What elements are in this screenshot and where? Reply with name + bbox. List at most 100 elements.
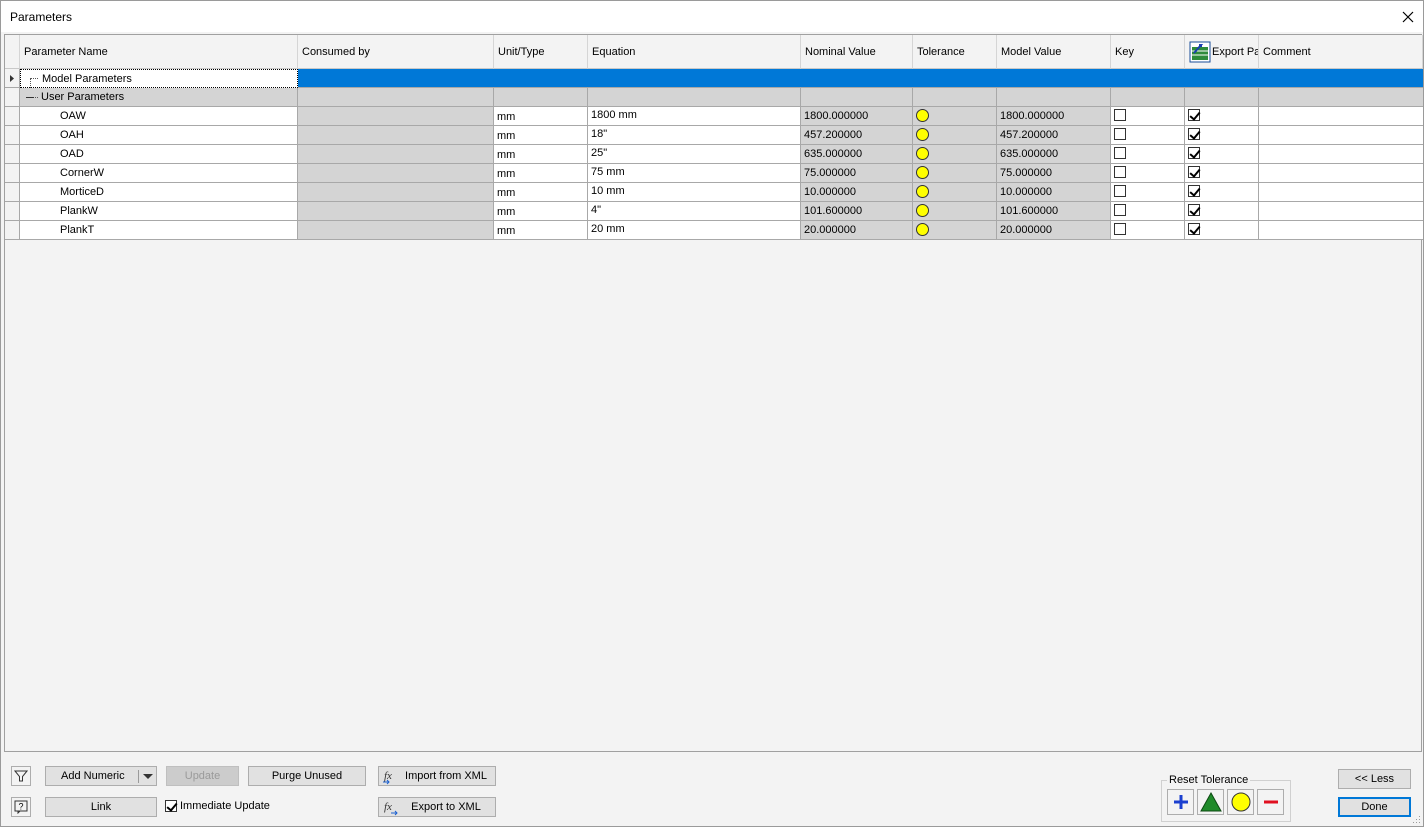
unit-cell[interactable]: mm — [494, 107, 588, 126]
tolerance-nominal-button[interactable] — [1227, 789, 1254, 815]
export-checkbox[interactable] — [1188, 223, 1200, 235]
row-selector[interactable] — [5, 107, 20, 126]
tolerance-cell[interactable] — [913, 202, 997, 221]
key-checkbox[interactable] — [1114, 109, 1126, 121]
col-header-comment[interactable]: Comment — [1259, 35, 1423, 69]
table-row[interactable]: MorticeD mm 10 mm 10.000000 10.000000 — [5, 183, 1423, 202]
param-name-cell[interactable]: MorticeD — [20, 183, 298, 202]
group-row-model-parameters[interactable]: Model Parameters — [5, 69, 1423, 88]
table-row[interactable]: OAD mm 25" 635.000000 635.000000 — [5, 145, 1423, 164]
table-row[interactable]: OAW mm 1800 mm 1800.000000 1800.000000 — [5, 107, 1423, 126]
immediate-update-check[interactable] — [165, 800, 177, 812]
comment-cell[interactable] — [1259, 126, 1423, 145]
link-button[interactable]: Link — [45, 797, 157, 817]
param-name-cell[interactable]: CornerW — [20, 164, 298, 183]
param-name-cell[interactable]: OAD — [20, 145, 298, 164]
unit-cell[interactable]: mm — [494, 164, 588, 183]
unit-cell[interactable]: mm — [494, 221, 588, 240]
tolerance-lower-button[interactable] — [1257, 789, 1284, 815]
tolerance-cell[interactable] — [913, 221, 997, 240]
comment-cell[interactable] — [1259, 221, 1423, 240]
help-button[interactable]: ? — [11, 797, 31, 817]
param-name-cell[interactable]: OAH — [20, 126, 298, 145]
unit-cell[interactable]: mm — [494, 183, 588, 202]
export-checkbox[interactable] — [1188, 109, 1200, 121]
key-checkbox[interactable] — [1114, 147, 1126, 159]
comment-cell[interactable] — [1259, 145, 1423, 164]
tolerance-upper-button[interactable] — [1167, 789, 1194, 815]
export-checkbox[interactable] — [1188, 147, 1200, 159]
export-checkbox[interactable] — [1188, 204, 1200, 216]
col-header-parameter-name[interactable]: Parameter Name — [20, 35, 298, 69]
equation-cell[interactable]: 18" — [588, 126, 801, 145]
param-name-cell[interactable]: PlankW — [20, 202, 298, 221]
table-row[interactable]: PlankW mm 4" 101.600000 101.600000 — [5, 202, 1423, 221]
row-selector[interactable] — [5, 221, 20, 240]
row-selector[interactable] — [5, 69, 20, 88]
filter-button[interactable] — [11, 766, 31, 786]
key-checkbox[interactable] — [1114, 128, 1126, 140]
tolerance-cell[interactable] — [913, 126, 997, 145]
key-checkbox[interactable] — [1114, 204, 1126, 216]
add-numeric-button[interactable]: Add Numeric — [45, 766, 157, 786]
equation-cell[interactable]: 75 mm — [588, 164, 801, 183]
row-selector[interactable] — [5, 88, 20, 107]
export-cell[interactable] — [1185, 164, 1259, 183]
export-cell[interactable] — [1185, 126, 1259, 145]
tolerance-median-button[interactable] — [1197, 789, 1224, 815]
group-row-user-parameters[interactable]: User Parameters — [5, 88, 1423, 107]
equation-cell[interactable]: 10 mm — [588, 183, 801, 202]
import-from-xml-button[interactable]: fx Import from XML — [378, 766, 496, 786]
comment-cell[interactable] — [1259, 164, 1423, 183]
key-cell[interactable] — [1111, 202, 1185, 221]
row-selector[interactable] — [5, 145, 20, 164]
comment-cell[interactable] — [1259, 107, 1423, 126]
key-cell[interactable] — [1111, 126, 1185, 145]
tolerance-cell[interactable] — [913, 164, 997, 183]
tolerance-cell[interactable] — [913, 107, 997, 126]
export-cell[interactable] — [1185, 221, 1259, 240]
unit-cell[interactable]: mm — [494, 145, 588, 164]
equation-cell[interactable]: 1800 mm — [588, 107, 801, 126]
key-checkbox[interactable] — [1114, 166, 1126, 178]
equation-cell[interactable]: 25" — [588, 145, 801, 164]
row-selector[interactable] — [5, 202, 20, 221]
row-selector[interactable] — [5, 164, 20, 183]
table-row[interactable]: CornerW mm 75 mm 75.000000 75.000000 — [5, 164, 1423, 183]
col-header-export[interactable]: Export Pa — [1185, 35, 1259, 69]
export-cell[interactable] — [1185, 107, 1259, 126]
tolerance-cell[interactable] — [913, 183, 997, 202]
col-header-consumed-by[interactable]: Consumed by — [298, 35, 494, 69]
equation-cell[interactable]: 20 mm — [588, 221, 801, 240]
key-cell[interactable] — [1111, 221, 1185, 240]
col-header-unit-type[interactable]: Unit/Type — [494, 35, 588, 69]
col-header-key[interactable]: Key — [1111, 35, 1185, 69]
key-cell[interactable] — [1111, 164, 1185, 183]
key-checkbox[interactable] — [1114, 223, 1126, 235]
update-button[interactable]: Update — [166, 766, 239, 786]
user-parameters-label[interactable]: User Parameters — [20, 88, 298, 107]
equation-cell[interactable]: 4" — [588, 202, 801, 221]
table-row[interactable]: PlankT mm 20 mm 20.000000 20.000000 — [5, 221, 1423, 240]
key-cell[interactable] — [1111, 145, 1185, 164]
export-checkbox[interactable] — [1188, 128, 1200, 140]
export-checkbox[interactable] — [1188, 166, 1200, 178]
less-button[interactable]: << Less — [1338, 769, 1411, 789]
export-checkbox[interactable] — [1188, 185, 1200, 197]
done-button[interactable]: Done — [1338, 797, 1411, 817]
col-header-tolerance[interactable]: Tolerance — [913, 35, 997, 69]
col-header-model-value[interactable]: Model Value — [997, 35, 1111, 69]
export-cell[interactable] — [1185, 202, 1259, 221]
chevron-down-icon[interactable] — [142, 773, 154, 780]
immediate-update-checkbox[interactable]: Immediate Update — [165, 800, 270, 812]
key-cell[interactable] — [1111, 107, 1185, 126]
key-cell[interactable] — [1111, 183, 1185, 202]
param-name-cell[interactable]: OAW — [20, 107, 298, 126]
unit-cell[interactable]: mm — [494, 202, 588, 221]
close-button[interactable] — [1393, 1, 1423, 32]
export-cell[interactable] — [1185, 145, 1259, 164]
unit-cell[interactable]: mm — [494, 126, 588, 145]
col-header-nominal-value[interactable]: Nominal Value — [801, 35, 913, 69]
param-name-cell[interactable]: PlankT — [20, 221, 298, 240]
row-selector[interactable] — [5, 183, 20, 202]
